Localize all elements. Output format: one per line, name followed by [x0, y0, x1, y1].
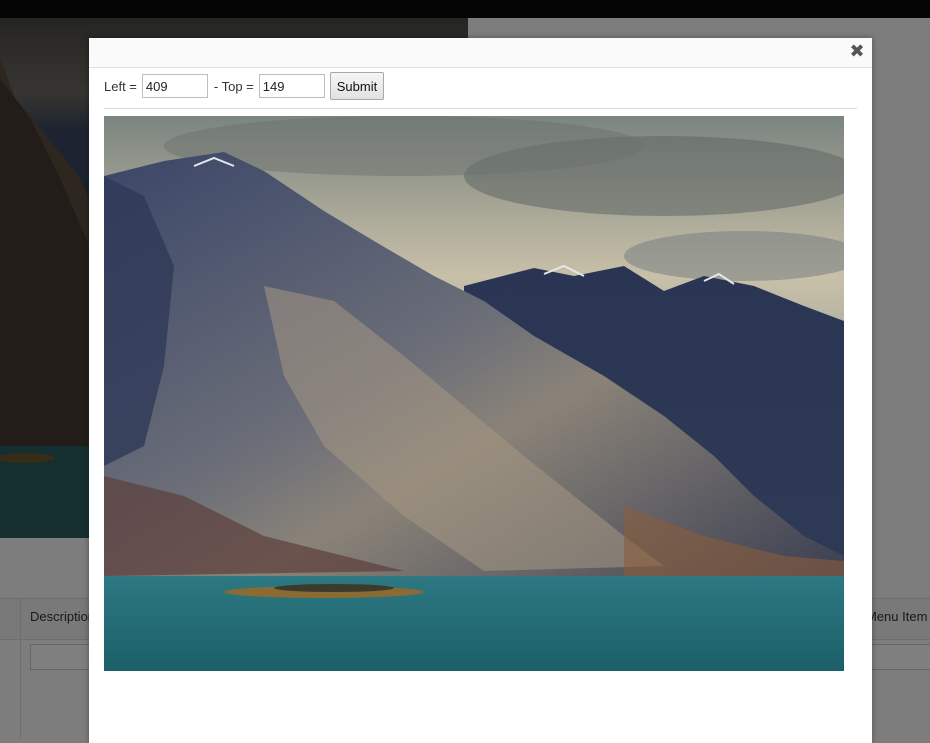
submit-button[interactable]: Submit — [329, 72, 385, 100]
modal-header: ✖ — [89, 38, 872, 68]
top-label: - Top = — [213, 78, 254, 94]
mountain-lake-photo[interactable] — [104, 116, 844, 671]
image-modal: ✖ Left = - Top = Submit — [89, 38, 872, 743]
coordinate-form: Left = - Top = Submit — [104, 71, 385, 101]
divider — [104, 108, 857, 109]
close-icon[interactable]: ✖ — [848, 42, 866, 62]
left-label: Left = — [104, 78, 137, 94]
left-input[interactable] — [141, 74, 208, 98]
top-input[interactable] — [258, 74, 325, 98]
